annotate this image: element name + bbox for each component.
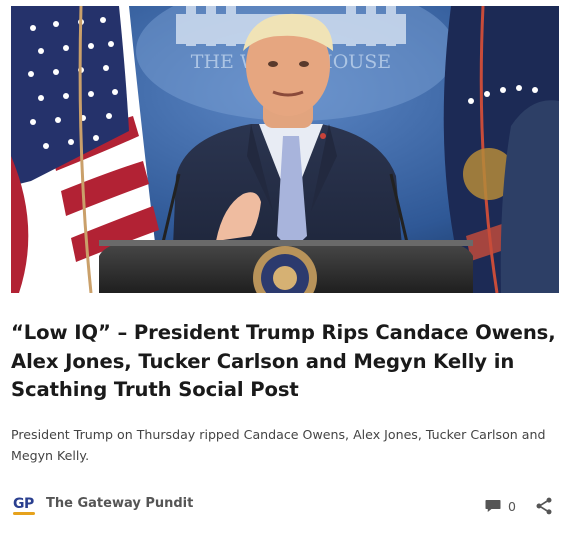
site-logo[interactable]: GP — [11, 494, 39, 518]
share-icon[interactable] — [534, 496, 554, 516]
byline: GP The Gateway Pundit 0 — [11, 494, 556, 520]
article-excerpt: President Trump on Thursday ripped Canda… — [11, 426, 546, 463]
site-logo-text: GP — [13, 496, 34, 512]
article-image[interactable]: THE WHITE HOUSE — [11, 6, 559, 293]
article-headline[interactable]: “Low IQ” – President Trump Rips Candace … — [11, 319, 556, 405]
podium — [99, 240, 473, 293]
comment-count: 0 — [508, 498, 516, 514]
logo-swoosh — [13, 512, 35, 515]
comment-bubble-icon — [485, 500, 501, 512]
hero-illustration: THE WHITE HOUSE — [11, 6, 559, 293]
article-card: THE WHITE HOUSE — [11, 6, 559, 466]
site-name-link[interactable]: The Gateway Pundit — [46, 496, 193, 511]
comments-button[interactable]: 0 — [484, 497, 516, 515]
